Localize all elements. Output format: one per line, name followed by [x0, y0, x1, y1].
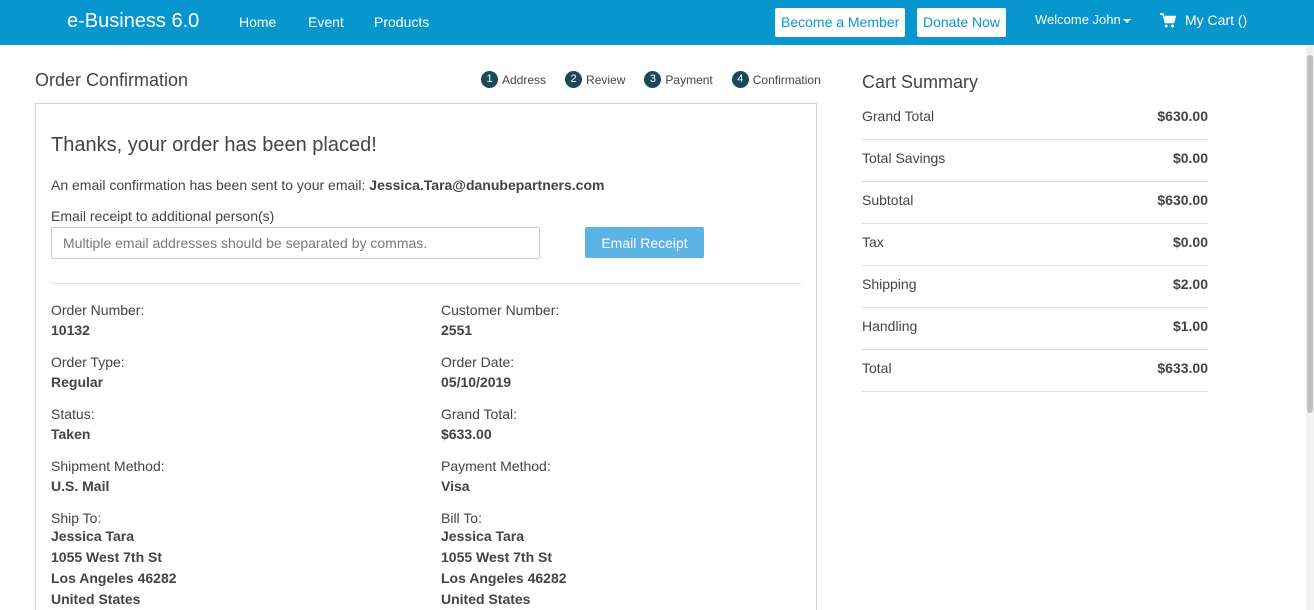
top-navbar: e-Business 6.0 Home Event Products Becom… — [0, 0, 1314, 45]
caret-down-icon — [1122, 18, 1131, 23]
payment-method-field: Payment Method: Visa — [441, 458, 551, 494]
scrollbar-thumb[interactable] — [1307, 55, 1313, 413]
field-value: 10132 — [51, 322, 90, 338]
ship-to-country: United States — [51, 591, 141, 607]
summary-value: $630.00 — [1157, 192, 1208, 208]
summary-row-shipping: Shipping $2.00 — [862, 266, 1208, 308]
bill-to-field: Bill To: Jessica Tara 1055 West 7th St L… — [441, 510, 567, 610]
status-field: Status: Taken — [51, 406, 95, 442]
order-date-field: Order Date: 05/10/2019 — [441, 354, 514, 390]
summary-row-subtotal: Subtotal $630.00 — [862, 182, 1208, 224]
receipt-label: Email receipt to additional person(s) — [51, 208, 275, 224]
customer-number-field: Customer Number: 2551 — [441, 302, 559, 338]
my-cart-label: My Cart () — [1185, 12, 1248, 28]
step-label: Confirmation — [752, 72, 821, 87]
step-label: Payment — [665, 72, 713, 87]
step-number: 2 — [565, 71, 583, 88]
step-confirmation: 4 Confirmation — [731, 71, 821, 88]
field-value: 2551 — [441, 322, 473, 338]
summary-row-handling: Handling $1.00 — [862, 308, 1208, 350]
summary-label: Subtotal — [862, 192, 914, 208]
bill-to-country: United States — [441, 591, 531, 607]
summary-value: $2.00 — [1172, 276, 1208, 292]
field-value: $633.00 — [441, 426, 492, 442]
customer-email: Jessica.Tara@danubepartners.com — [369, 177, 605, 193]
field-label: Status: — [51, 406, 95, 422]
order-type-field: Order Type: Regular — [51, 354, 125, 390]
summary-value: $0.00 — [1172, 234, 1208, 250]
field-label: Bill To: — [441, 510, 482, 526]
summary-row-tax: Tax $0.00 — [862, 224, 1208, 266]
summary-label: Handling — [862, 318, 918, 334]
step-number: 1 — [481, 71, 498, 88]
receipt-email-input[interactable] — [51, 227, 540, 259]
summary-label: Tax — [862, 234, 884, 250]
summary-value: $0.00 — [1172, 150, 1208, 166]
grand-total-field: Grand Total: $633.00 — [441, 406, 517, 442]
nav-event[interactable]: Event — [308, 14, 344, 30]
field-value: U.S. Mail — [51, 478, 110, 494]
field-value: Regular — [51, 374, 104, 390]
shopping-cart-icon — [1160, 12, 1176, 27]
order-number-field: Order Number: 10132 — [51, 302, 144, 338]
step-number: 3 — [644, 71, 662, 88]
checkout-steps: 1 Address 2 Review 3 Payment 4 Confirmation — [481, 71, 821, 88]
bill-to-street: 1055 West 7th St — [441, 549, 553, 565]
step-review: 2 Review — [565, 71, 625, 88]
summary-value: $1.00 — [1172, 318, 1208, 334]
step-number: 4 — [731, 71, 749, 88]
brand-logo[interactable]: e-Business 6.0 — [67, 10, 199, 33]
order-confirmation-panel: Thanks, your order has been placed! An e… — [35, 103, 817, 610]
field-label: Customer Number: — [441, 302, 560, 318]
cart-summary-title: Cart Summary — [862, 72, 979, 92]
summary-row-grand-total: Grand Total $630.00 — [862, 98, 1208, 140]
summary-label: Shipping — [862, 276, 917, 292]
ship-to-street: 1055 West 7th St — [51, 549, 163, 565]
bill-to-name: Jessica Tara — [441, 528, 525, 544]
email-confirmation-note: An email confirmation has been sent to y… — [51, 177, 604, 193]
summary-row-total-savings: Total Savings $0.00 — [862, 140, 1208, 182]
page-title: Order Confirmation — [35, 70, 189, 90]
field-label: Grand Total: — [441, 406, 518, 422]
shipment-method-field: Shipment Method: U.S. Mail — [51, 458, 165, 494]
thanks-heading: Thanks, your order has been placed! — [51, 134, 377, 156]
ship-to-field: Ship To: Jessica Tara 1055 West 7th St L… — [51, 510, 177, 610]
nav-products[interactable]: Products — [374, 14, 429, 30]
summary-label: Total — [862, 360, 892, 376]
welcome-user-dropdown[interactable]: Welcome John — [1035, 12, 1131, 27]
ship-to-name: Jessica Tara — [51, 528, 135, 544]
divider — [51, 283, 801, 284]
field-label: Shipment Method: — [51, 458, 165, 474]
ship-to-city: Los Angeles 46282 — [51, 570, 177, 586]
email-receipt-button[interactable]: Email Receipt — [585, 227, 704, 258]
summary-label: Total Savings — [862, 150, 946, 166]
donate-now-button[interactable]: Donate Now — [917, 8, 1007, 37]
step-address: 1 Address — [481, 71, 546, 88]
summary-row-total: Total $633.00 — [862, 350, 1208, 392]
summary-value: $630.00 — [1157, 108, 1208, 124]
bill-to-city: Los Angeles 46282 — [441, 570, 567, 586]
step-label: Address — [502, 72, 547, 87]
field-label: Order Date: — [441, 354, 515, 370]
field-label: Payment Method: — [441, 458, 551, 474]
become-member-button[interactable]: Become a Member — [775, 8, 906, 37]
summary-label: Grand Total — [862, 108, 935, 124]
step-label: Review — [586, 72, 626, 87]
email-note-text: An email confirmation has been sent to y… — [51, 177, 366, 193]
summary-value: $633.00 — [1157, 360, 1208, 376]
my-cart-link[interactable]: My Cart () — [1160, 12, 1247, 28]
field-value: Taken — [51, 426, 91, 442]
step-payment: 3 Payment — [644, 71, 713, 88]
field-label: Ship To: — [51, 510, 102, 526]
welcome-label: Welcome John — [1035, 12, 1121, 27]
field-value: Visa — [441, 478, 470, 494]
field-label: Order Type: — [51, 354, 125, 370]
nav-home[interactable]: Home — [239, 14, 276, 30]
field-label: Order Number: — [51, 302, 145, 318]
field-value: 05/10/2019 — [441, 374, 512, 390]
